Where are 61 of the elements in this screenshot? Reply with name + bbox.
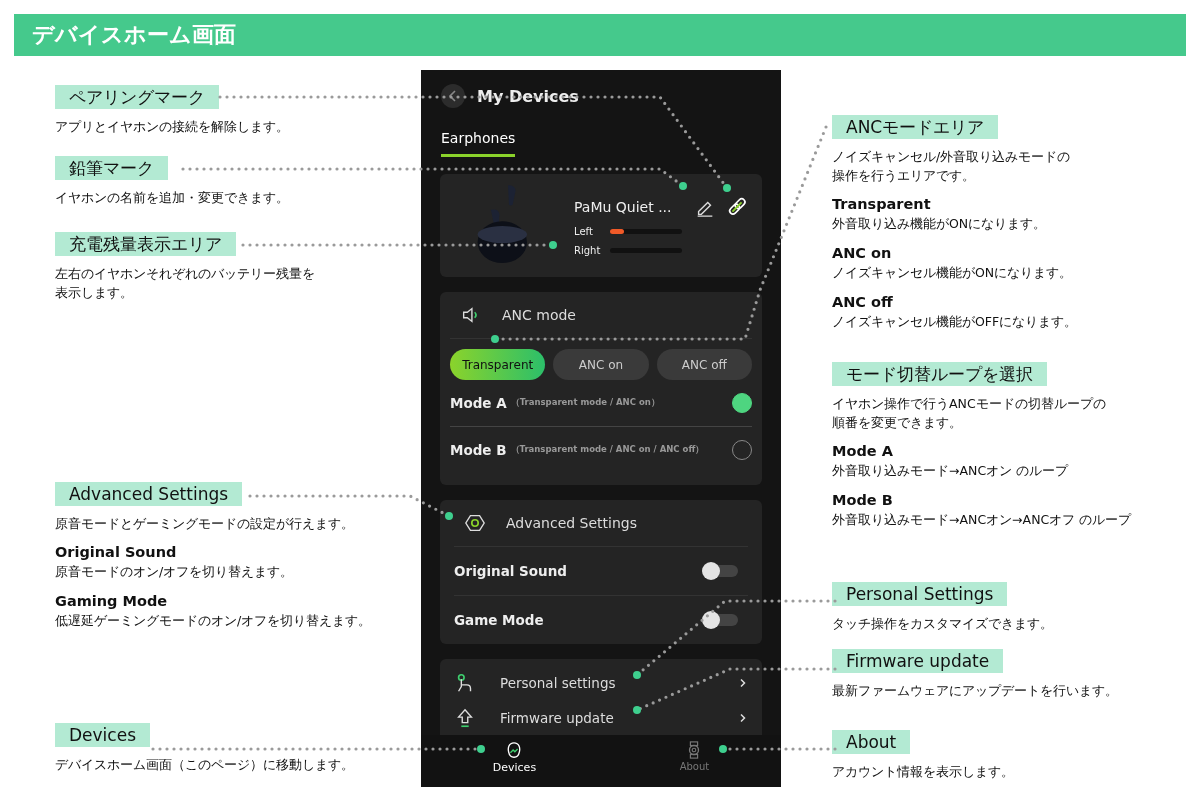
radio-button[interactable] (732, 393, 752, 413)
chevron-right-icon (738, 712, 748, 723)
broken-link-icon[interactable] (726, 195, 748, 218)
callout-description: アカウント情報を表示します。 (832, 763, 1015, 781)
menu-item[interactable]: Personal settings (500, 674, 714, 691)
callout-description: 最新ファームウェアにアップデートを行います。 (832, 682, 1119, 700)
page-title: デバイスホーム画面 (32, 21, 236, 49)
item-description: 低遅延ゲーミングモードのオン/オフを切り替えます。 (55, 612, 373, 630)
hexagon-icon (464, 512, 486, 534)
item-description: ノイズキャンセル機能がONになります。 (832, 264, 1074, 282)
item-title: Mode B (832, 491, 894, 510)
item-title: Gaming Mode (55, 592, 169, 611)
callout-label: ペアリングマーク (55, 85, 219, 109)
callout-description: イヤホンの名前を追加・変更できます。 (55, 189, 290, 207)
item-title: Original Sound (55, 543, 178, 562)
setting-label: Original Sound (454, 563, 567, 579)
callout-label: Advanced Settings (55, 482, 243, 506)
callout-description: アプリとイヤホンの接続を解除します。 (55, 118, 290, 136)
section-title: Advanced Settings (506, 515, 638, 531)
upload-arrow-icon (454, 706, 476, 729)
callout-label: ANCモードエリア (832, 115, 999, 139)
callout-label: Devices (55, 723, 150, 747)
item-title: Transparent (832, 195, 932, 214)
menu-item[interactable]: Firmware update (500, 709, 714, 726)
callout-description: 左右のイヤホンそれぞれのバッテリー残量を 表示します。 (55, 265, 316, 302)
callout-description: タッチ操作をカスタマイズできます。 (832, 615, 1054, 633)
item-description: 外音取り込みモード→ANCオン→ANCオフ のループ (832, 511, 1133, 529)
nav-tab[interactable]: About (673, 735, 716, 787)
anc-mode-button[interactable]: ANC off (656, 349, 752, 380)
callout-label: 鉛筆マーク (55, 156, 168, 180)
callout-label: Firmware update (832, 649, 1004, 673)
mode-name: Mode B (450, 442, 507, 458)
callout-description: イヤホン操作で行うANCモードの切替ループの 順番を変更できます。 (832, 395, 1107, 432)
tab[interactable]: Earphones (441, 130, 516, 157)
callout-label: Personal Settings (832, 582, 1008, 606)
anc-mode-button[interactable]: Transparent (450, 349, 546, 380)
callout-label: モード切替ループを選択 (832, 362, 1047, 386)
callout-description: ノイズキャンセル/外音取り込みモードの 操作を行うエリアです。 (832, 148, 1072, 185)
item-title: Mode A (832, 442, 894, 461)
section-title: ANC mode (502, 307, 576, 323)
item-title: ANC on (832, 244, 893, 263)
mode-detail: （Transparent mode / ANC on） (510, 397, 661, 409)
anc-mode-button[interactable]: ANC on (553, 349, 649, 380)
nav-tab[interactable]: Devices (486, 735, 543, 787)
item-description: 外音取り込みモード→ANCオン のループ (832, 462, 1070, 480)
device-name: PaMu Quiet ... (574, 198, 673, 215)
item-title: ANC off (832, 293, 894, 312)
callout-description: 原音モードとゲーミングモードの設定が行えます。 (55, 515, 355, 533)
battery-label: Right (574, 244, 600, 256)
mode-name: Mode A (450, 395, 507, 411)
callout-description: デバイスホーム画面（このページ）に移動します。 (55, 756, 355, 774)
battery-label: Left (574, 225, 594, 237)
back-icon[interactable] (441, 84, 465, 108)
callout-label: About (832, 730, 911, 754)
item-description: 外音取り込み機能がONになります。 (832, 215, 1048, 233)
chevron-right-icon (738, 677, 748, 688)
mode-detail: （Transparent mode / ANC on / ANC off） (510, 444, 706, 456)
item-description: 原音モードのオン/オフを切り替えます。 (55, 563, 295, 581)
setting-label: Game Mode (454, 612, 544, 628)
callout-label: 充電残量表示エリア (55, 232, 236, 256)
item-description: ノイズキャンセル機能がOFFになります。 (832, 313, 1079, 331)
